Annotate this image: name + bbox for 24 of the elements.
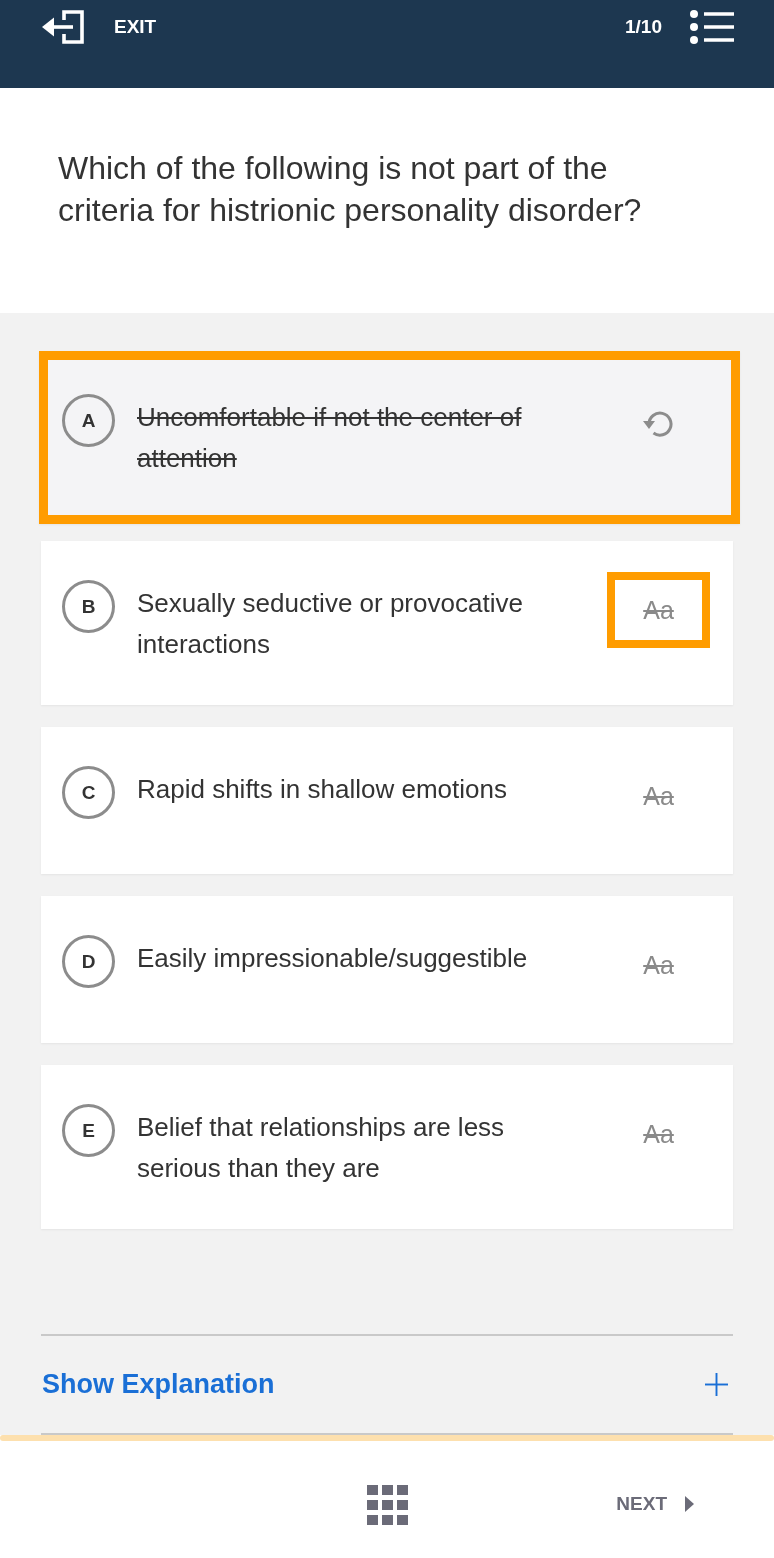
option-letter: A <box>62 394 115 447</box>
option-letter: D <box>62 935 115 988</box>
option-letter: B <box>62 580 115 633</box>
menu-icon[interactable] <box>690 10 734 44</box>
answer-option[interactable]: E Belief that relationships are less serious than they are Aa <box>41 1065 733 1229</box>
option-text: Uncomfortable if not the center of attention <box>137 401 523 475</box>
question-text: Which of the following is not part of the criteria for histrionic personality disorder? <box>58 149 643 230</box>
exit-button[interactable]: EXIT <box>42 10 157 44</box>
answer-option[interactable]: C Rapid shifts in shallow emotions Aa <box>41 727 733 874</box>
option-text: Rapid shifts in shallow emotions <box>137 773 508 806</box>
grid-icon[interactable] <box>366 1484 408 1525</box>
option-text: Belief that relationships are less serious than they are <box>137 1111 506 1185</box>
plus-icon <box>705 1373 728 1396</box>
answer-option[interactable]: A Uncomfortable if not the center of attention <box>39 351 740 524</box>
caret-icon <box>685 1495 694 1512</box>
option-letter: C <box>62 766 115 819</box>
option-text: Easily impressionable/suggestible <box>137 942 529 975</box>
question-counter: 1/10 <box>625 15 662 39</box>
next-button[interactable]: NEXT <box>616 1492 694 1515</box>
answer-option[interactable]: D Easily impressionable/suggestible Aa <box>41 896 733 1043</box>
option-letter: E <box>62 1104 115 1157</box>
option-text: Sexually seductive or provocative interactions <box>137 587 524 661</box>
exit-icon <box>42 10 84 44</box>
answer-option[interactable]: B Sexually seductive or provocative interactions Aa <box>41 541 733 705</box>
